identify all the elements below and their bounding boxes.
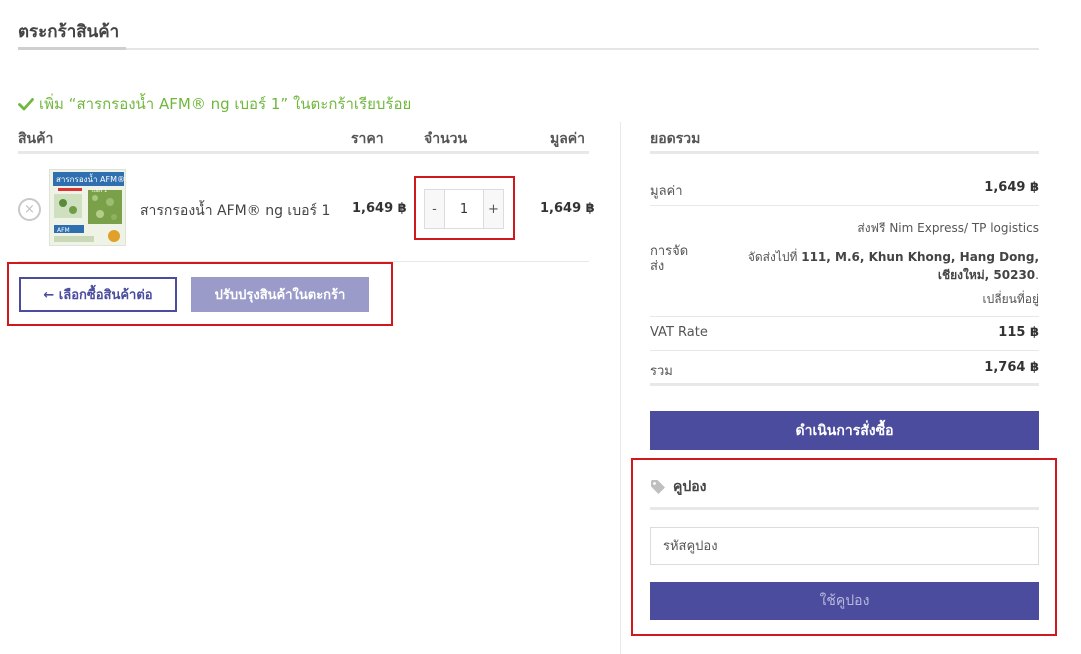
totals-header-divider <box>650 151 1039 154</box>
added-to-cart-notice: เพิ่ม “สารกรองน้ำ AFM® ng เบอร์ 1” ในตะก… <box>18 92 411 116</box>
thumb-brand: AFM <box>57 227 70 234</box>
quantity-input[interactable] <box>445 190 483 228</box>
header-product: สินค้า <box>18 131 54 147</box>
update-cart-button[interactable]: ปรับปรุงสินค้าในตะกร้า <box>191 277 369 312</box>
totals-bottom-divider <box>650 383 1039 386</box>
quantity-increase-button[interactable]: + <box>483 190 503 228</box>
product-name-link[interactable]: สารกรองน้ำ AFM® ng เบอร์ 1 <box>140 200 330 222</box>
change-address-link[interactable]: เปลี่ยนที่อยู่ <box>983 290 1039 309</box>
product-package-image: สารกรองน้ำ AFM® เบอร์ 1 AFM <box>50 170 125 245</box>
shipping-address: 111, M.6, Khun Khong, Hang Dong, เชียงให… <box>801 250 1039 282</box>
product-subtotal: 1,649 ฿ <box>540 201 595 216</box>
coupon-code-input[interactable] <box>650 527 1039 565</box>
header-price: ราคา <box>351 131 384 147</box>
totals-title: ยอดรวม <box>650 131 701 147</box>
continue-shopping-button[interactable]: ← เลือกซื้อสินค้าต่อ <box>19 277 177 312</box>
totals-divider <box>650 316 1039 317</box>
proceed-to-checkout-button[interactable]: ดำเนินการสั่งซื้อ <box>650 411 1039 450</box>
subtotal-label: มูลค่า <box>650 184 683 199</box>
tag-icon <box>651 480 665 494</box>
product-price: 1,649 ฿ <box>352 201 407 216</box>
cart-row-divider <box>18 261 589 262</box>
column-divider <box>620 122 621 654</box>
shipping-method: ส่งฟรี Nim Express/ TP logistics <box>857 221 1039 235</box>
title-divider <box>18 48 1039 50</box>
coupon-title: คูปอง <box>673 479 707 495</box>
cart-header-divider <box>18 151 589 154</box>
shipping-destination: จัดส่งไปที่ 111, M.6, Khun Khong, Hang D… <box>719 248 1039 284</box>
header-subtotal: มูลค่า <box>550 131 586 147</box>
quantity-decrease-button[interactable]: - <box>425 190 445 228</box>
header-quantity: จำนวน <box>424 131 468 147</box>
apply-coupon-button[interactable]: ใช้คูปอง <box>650 582 1039 620</box>
shipping-prefix: จัดส่งไปที่ <box>747 250 802 264</box>
subtotal-value: 1,649 ฿ <box>984 180 1039 195</box>
page-title: ตระกร้าสินค้า <box>18 22 120 42</box>
remove-item-button[interactable]: × <box>18 198 41 221</box>
product-thumbnail[interactable]: สารกรองน้ำ AFM® เบอร์ 1 AFM <box>49 169 126 246</box>
quantity-stepper: - + <box>424 189 504 229</box>
coupon-divider <box>650 507 1039 510</box>
title-underline <box>18 47 126 50</box>
shipping-label: การจัดส่ง <box>650 244 689 274</box>
total-label: รวม <box>650 364 673 379</box>
totals-divider <box>650 350 1039 351</box>
coupon-heading: คูปอง <box>650 476 707 498</box>
total-value: 1,764 ฿ <box>984 360 1039 375</box>
notice-text: เพิ่ม “สารกรองน้ำ AFM® ng เบอร์ 1” ในตะก… <box>39 95 412 113</box>
vat-label: VAT Rate <box>650 325 708 340</box>
thumb-label: สารกรองน้ำ AFM® <box>56 173 125 184</box>
checkmark-icon <box>18 98 34 111</box>
totals-divider <box>650 205 1039 206</box>
shipping-suffix: . <box>1035 268 1039 282</box>
vat-value: 115 ฿ <box>998 325 1039 340</box>
close-icon: × <box>24 202 35 217</box>
thumb-sublabel: เบอร์ 1 <box>92 187 107 194</box>
